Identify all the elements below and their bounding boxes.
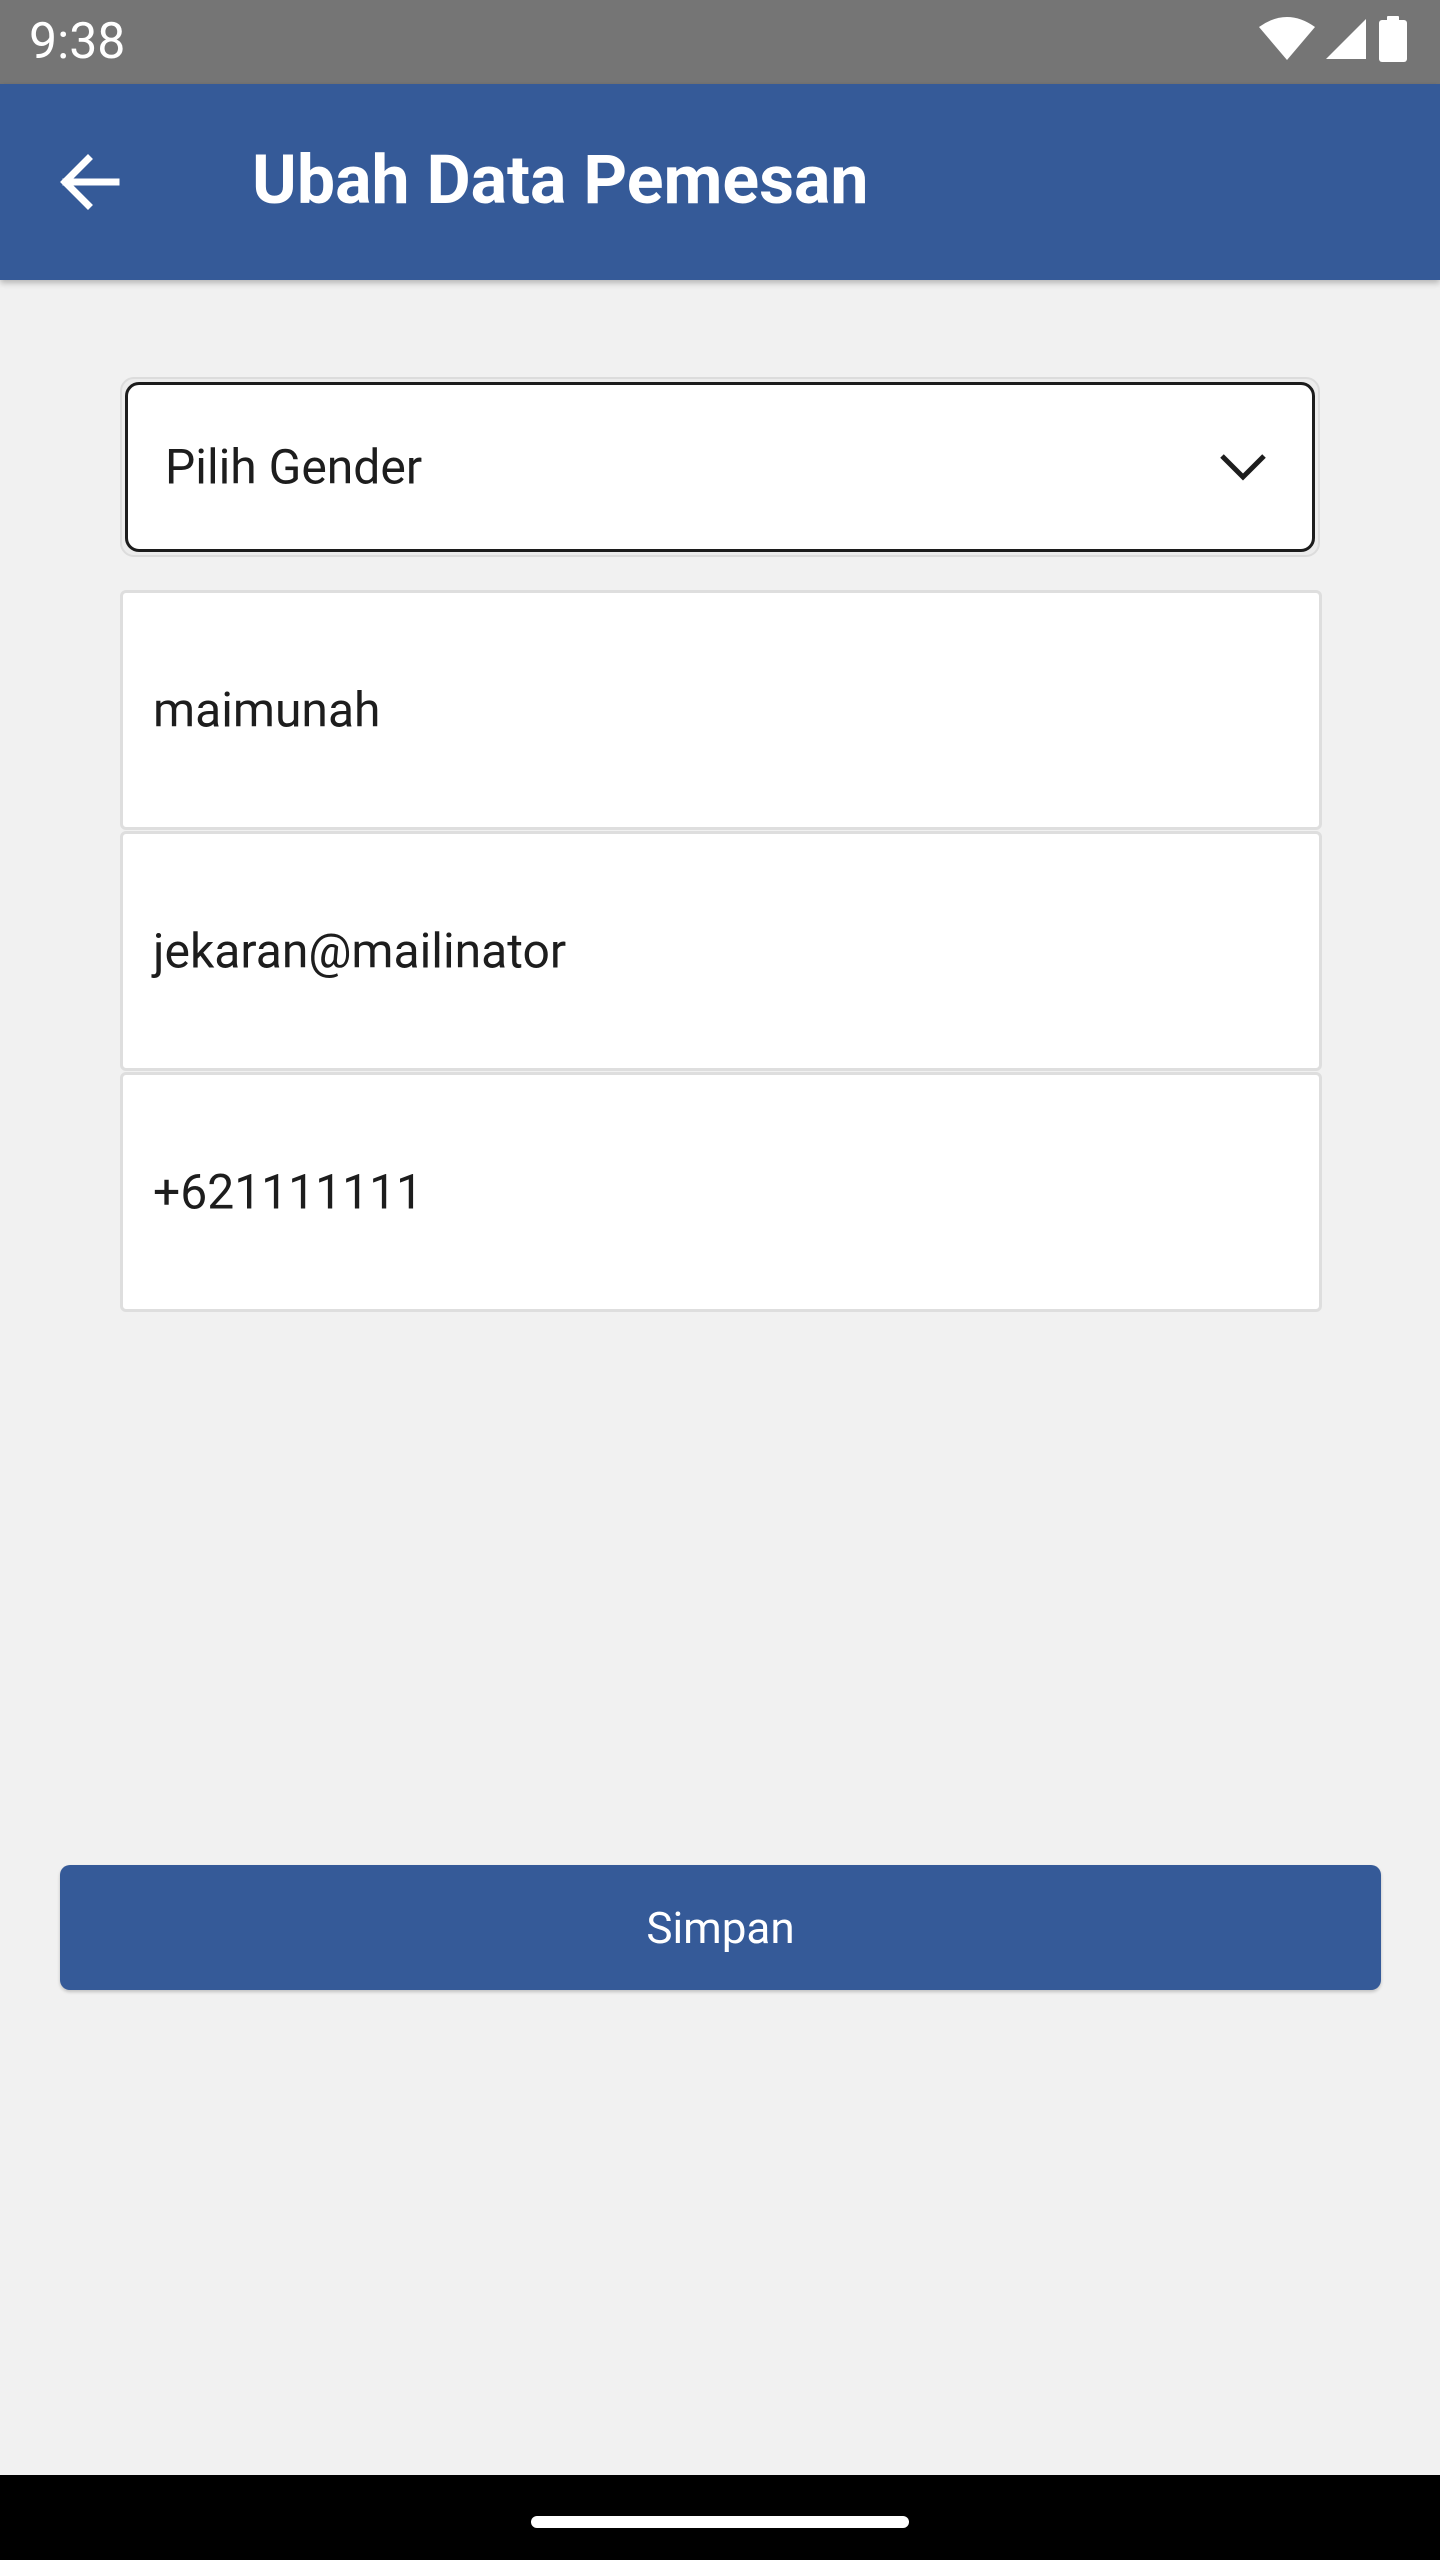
status-icons [1258,16,1410,66]
navigation-bar [0,2475,1440,2560]
arrow-left-icon [60,154,120,214]
app-bar: Ubah Data Pemesan [0,84,1440,280]
gender-select-value: Pilih Gender [165,438,423,496]
status-bar: 9:38 [0,0,1440,84]
phone-field-value: +621111111 [153,1163,424,1221]
gender-select[interactable]: Pilih Gender [125,382,1315,552]
gender-select-container: Pilih Gender [120,377,1320,557]
battery-icon [1376,16,1410,66]
save-button[interactable]: Simpan [60,1865,1381,1990]
status-time: 9:38 [29,13,126,71]
home-gesture-handle[interactable] [531,2516,909,2528]
name-field-value: maimunah [153,681,381,739]
name-field[interactable]: maimunah [120,590,1322,830]
chevron-down-icon [1218,452,1268,482]
cellular-signal-icon [1324,17,1368,65]
wifi-icon [1258,17,1316,65]
email-field[interactable]: jekaran@mailinator [120,831,1322,1071]
back-button[interactable] [40,134,140,234]
phone-field[interactable]: +621111111 [120,1072,1322,1312]
email-field-value: jekaran@mailinator [153,922,567,980]
page-title: Ubah Data Pemesan [252,140,869,220]
